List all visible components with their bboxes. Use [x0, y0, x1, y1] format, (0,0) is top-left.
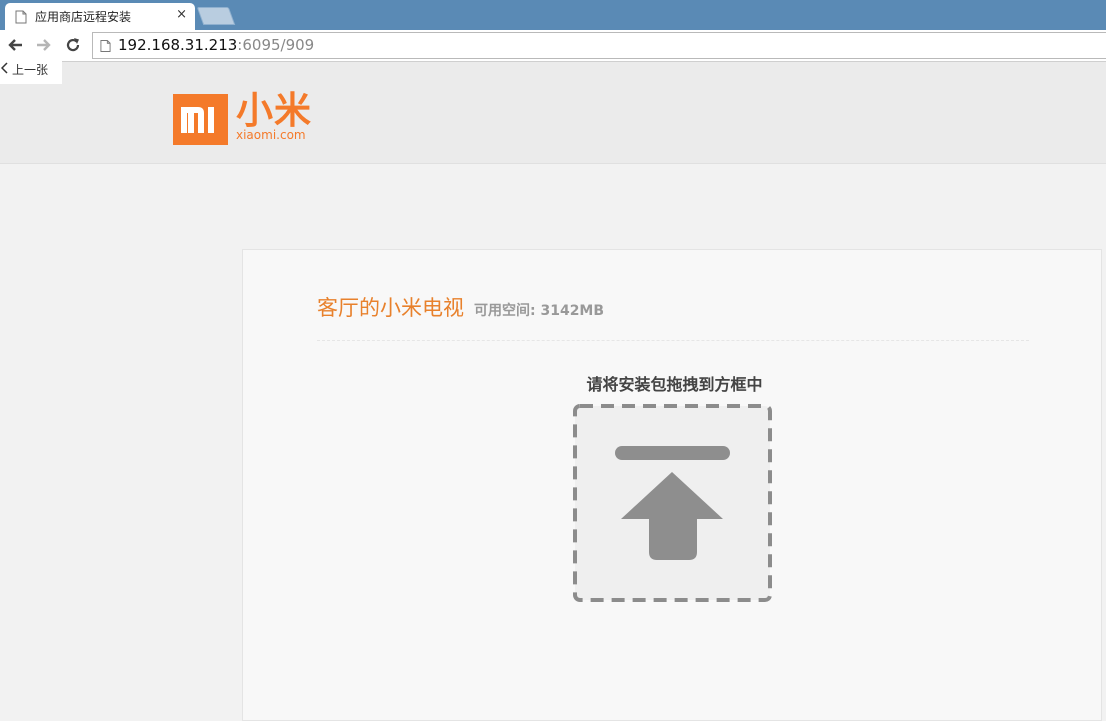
- mi-logo-icon: [173, 94, 228, 145]
- device-name: 客厅的小米电视: [317, 296, 464, 320]
- url-host: 192.168.31.213: [118, 36, 238, 54]
- forward-icon[interactable]: [33, 34, 55, 56]
- install-panel: 客厅的小米电视 可用空间: 3142MB 请将安装包拖拽到方框中: [242, 249, 1102, 721]
- url-text: 192.168.31.213:6095/909: [118, 36, 314, 54]
- reload-icon[interactable]: [62, 34, 84, 56]
- new-tab-button[interactable]: [196, 7, 236, 25]
- file-dropzone[interactable]: [573, 404, 772, 602]
- divider: [317, 340, 1029, 341]
- address-bar[interactable]: 192.168.31.213:6095/909: [92, 32, 1106, 59]
- logo-cn-text: 小米: [236, 89, 312, 132]
- page-icon: [15, 9, 27, 28]
- browser-tab[interactable]: 应用商店远程安装 ×: [5, 3, 195, 30]
- url-path: :6095/909: [237, 36, 315, 54]
- back-icon[interactable]: [4, 34, 26, 56]
- logo-en-text: xiaomi.com: [236, 128, 306, 142]
- site-header: 小米 xiaomi.com: [0, 62, 1106, 164]
- page-icon: [100, 38, 111, 57]
- previous-link[interactable]: 上一张: [0, 55, 62, 84]
- tab-close-icon[interactable]: ×: [176, 7, 187, 22]
- browser-toolbar: 192.168.31.213:6095/909: [0, 30, 1106, 62]
- drop-hint: 请将安装包拖拽到方框中: [586, 375, 763, 394]
- free-space-label: 可用空间: 3142MB: [474, 303, 605, 319]
- device-title: 客厅的小米电视 可用空间: 3142MB: [317, 292, 604, 322]
- chevron-left-icon: [0, 62, 9, 77]
- previous-link-label: 上一张: [12, 63, 49, 77]
- tab-strip: 应用商店远程安装 ×: [0, 0, 1106, 30]
- tab-title: 应用商店远程安装: [35, 10, 132, 24]
- logo-wordmark: 小米 xiaomi.com: [236, 89, 312, 142]
